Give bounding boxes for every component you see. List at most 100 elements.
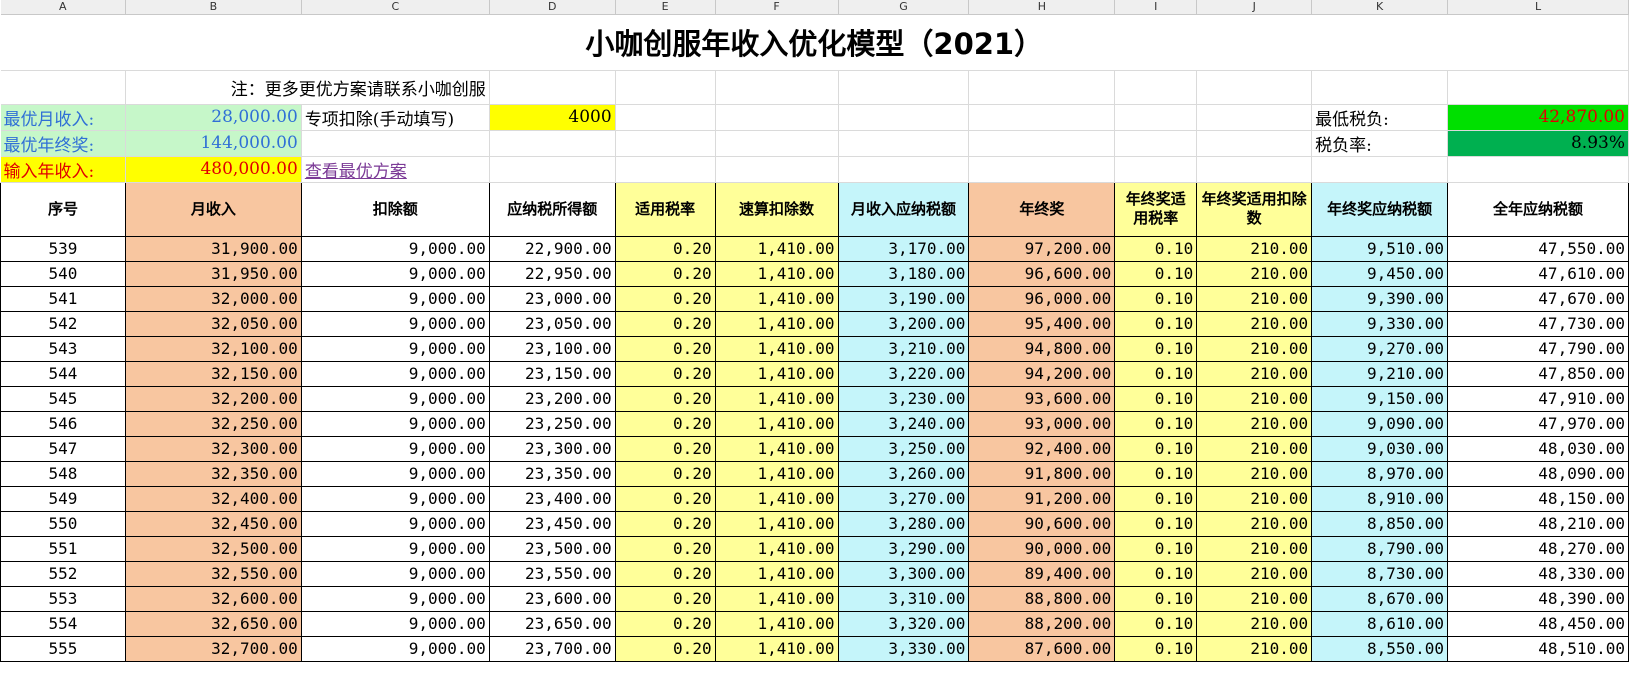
cell-monthly-tax[interactable]: 3,310.00 (837, 585, 970, 612)
cell-bonus-tax[interactable]: 8,850.00 (1311, 510, 1449, 537)
header-monthly-tax[interactable]: 月收入应纳税额 (837, 181, 970, 237)
empty-cell[interactable] (489, 156, 616, 183)
cell-tax-rate[interactable]: 0.20 (614, 485, 716, 512)
header-annual-tax[interactable]: 全年应纳税额 (1447, 181, 1629, 237)
cell-seq[interactable]: 555 (0, 635, 126, 662)
cell-monthly-income[interactable]: 32,150.00 (124, 360, 302, 387)
cell-annual-tax[interactable]: 47,670.00 (1447, 285, 1629, 312)
cell-deduction[interactable]: 9,000.00 (300, 260, 490, 287)
empty-cell[interactable] (838, 156, 970, 183)
header-bonus-tax-rate[interactable]: 年终奖适用税率 (1114, 181, 1198, 237)
cell-taxable-income[interactable]: 23,050.00 (488, 310, 616, 337)
cell-deduction[interactable]: 9,000.00 (300, 385, 490, 412)
cell-monthly-tax[interactable]: 3,170.00 (837, 235, 970, 262)
header-monthly-income[interactable]: 月收入 (124, 181, 302, 237)
cell-bonus-tax[interactable]: 8,910.00 (1311, 485, 1449, 512)
cell-deduction[interactable]: 9,000.00 (300, 435, 490, 462)
cell-seq[interactable]: 547 (0, 435, 126, 462)
cell-tax-rate[interactable]: 0.20 (614, 610, 716, 637)
cell-tax-rate[interactable]: 0.20 (614, 585, 716, 612)
best-monthly-value[interactable]: 28,000.00 (125, 104, 302, 131)
cell-bonus-tax[interactable]: 9,270.00 (1311, 335, 1449, 362)
cell-bonus-quick-deduction[interactable]: 210.00 (1196, 560, 1313, 587)
cell-annual-bonus[interactable]: 93,600.00 (968, 385, 1116, 412)
cell-annual-bonus[interactable]: 88,200.00 (968, 610, 1116, 637)
cell-deduction[interactable]: 9,000.00 (300, 535, 490, 562)
cell-tax-rate[interactable]: 0.20 (614, 260, 716, 287)
cell-annual-bonus[interactable]: 91,800.00 (968, 460, 1116, 487)
cell-bonus-tax[interactable]: 9,450.00 (1311, 260, 1449, 287)
cell-deduction[interactable]: 9,000.00 (300, 460, 490, 487)
empty-cell[interactable] (838, 104, 970, 131)
cell-bonus-quick-deduction[interactable]: 210.00 (1196, 235, 1313, 262)
empty-cell[interactable] (1114, 130, 1198, 157)
cell-seq[interactable]: 540 (0, 260, 126, 287)
cell-quick-deduction[interactable]: 1,410.00 (714, 485, 839, 512)
cell-monthly-tax[interactable]: 3,250.00 (837, 435, 970, 462)
empty-cell[interactable] (489, 70, 616, 105)
cell-quick-deduction[interactable]: 1,410.00 (714, 285, 839, 312)
cell-taxable-income[interactable]: 22,950.00 (488, 260, 616, 287)
cell-seq[interactable]: 548 (0, 460, 126, 487)
column-letter-a[interactable]: A (0, 0, 126, 15)
empty-cell[interactable] (615, 156, 716, 183)
empty-cell[interactable] (1311, 70, 1449, 105)
cell-bonus-quick-deduction[interactable]: 210.00 (1196, 410, 1313, 437)
cell-bonus-tax-rate[interactable]: 0.10 (1114, 260, 1198, 287)
cell-monthly-income[interactable]: 32,550.00 (124, 560, 302, 587)
cell-taxable-income[interactable]: 23,150.00 (488, 360, 616, 387)
cell-bonus-tax[interactable]: 9,390.00 (1311, 285, 1449, 312)
cell-bonus-quick-deduction[interactable]: 210.00 (1196, 635, 1313, 662)
cell-seq[interactable]: 553 (0, 585, 126, 612)
cell-quick-deduction[interactable]: 1,410.00 (714, 360, 839, 387)
cell-monthly-tax[interactable]: 3,330.00 (837, 635, 970, 662)
empty-cell[interactable] (968, 130, 1116, 157)
cell-annual-tax[interactable]: 48,390.00 (1447, 585, 1629, 612)
empty-cell[interactable] (0, 70, 126, 105)
cell-bonus-tax[interactable]: 8,670.00 (1311, 585, 1449, 612)
cell-tax-rate[interactable]: 0.20 (614, 560, 716, 587)
header-deduction[interactable]: 扣除额 (300, 181, 490, 237)
cell-tax-rate[interactable]: 0.20 (614, 360, 716, 387)
empty-cell[interactable] (1114, 70, 1198, 105)
cell-bonus-tax[interactable]: 8,790.00 (1311, 535, 1449, 562)
cell-bonus-tax-rate[interactable]: 0.10 (1114, 460, 1198, 487)
cell-quick-deduction[interactable]: 1,410.00 (714, 335, 839, 362)
cell-quick-deduction[interactable]: 1,410.00 (714, 510, 839, 537)
cell-quick-deduction[interactable]: 1,410.00 (714, 560, 839, 587)
cell-annual-tax[interactable]: 47,850.00 (1447, 360, 1629, 387)
cell-deduction[interactable]: 9,000.00 (300, 585, 490, 612)
cell-monthly-tax[interactable]: 3,260.00 (837, 460, 970, 487)
column-letter-b[interactable]: B (125, 0, 302, 15)
cell-seq[interactable]: 550 (0, 510, 126, 537)
cell-seq[interactable]: 546 (0, 410, 126, 437)
cell-bonus-tax[interactable]: 9,150.00 (1311, 385, 1449, 412)
cell-deduction[interactable]: 9,000.00 (300, 360, 490, 387)
cell-annual-tax[interactable]: 48,330.00 (1447, 560, 1629, 587)
empty-cell[interactable] (838, 70, 970, 105)
cell-tax-rate[interactable]: 0.20 (614, 460, 716, 487)
cell-bonus-quick-deduction[interactable]: 210.00 (1196, 485, 1313, 512)
cell-bonus-tax-rate[interactable]: 0.10 (1114, 585, 1198, 612)
cell-taxable-income[interactable]: 23,250.00 (488, 410, 616, 437)
cell-annual-tax[interactable]: 47,550.00 (1447, 235, 1629, 262)
cell-quick-deduction[interactable]: 1,410.00 (714, 610, 839, 637)
column-letter-g[interactable]: G (838, 0, 970, 15)
cell-annual-tax[interactable]: 47,790.00 (1447, 335, 1629, 362)
cell-quick-deduction[interactable]: 1,410.00 (714, 460, 839, 487)
cell-deduction[interactable]: 9,000.00 (300, 335, 490, 362)
cell-annual-tax[interactable]: 47,910.00 (1447, 385, 1629, 412)
cell-bonus-tax[interactable]: 9,510.00 (1311, 235, 1449, 262)
cell-monthly-tax[interactable]: 3,300.00 (837, 560, 970, 587)
cell-bonus-tax[interactable]: 9,090.00 (1311, 410, 1449, 437)
cell-annual-bonus[interactable]: 95,400.00 (968, 310, 1116, 337)
empty-cell[interactable] (1196, 156, 1313, 183)
cell-tax-rate[interactable]: 0.20 (614, 335, 716, 362)
column-letter-l[interactable]: L (1447, 0, 1629, 15)
cell-deduction[interactable]: 9,000.00 (300, 635, 490, 662)
cell-tax-rate[interactable]: 0.20 (614, 435, 716, 462)
cell-bonus-tax[interactable]: 8,610.00 (1311, 610, 1449, 637)
cell-monthly-income[interactable]: 31,950.00 (124, 260, 302, 287)
cell-bonus-tax[interactable]: 9,030.00 (1311, 435, 1449, 462)
cell-seq[interactable]: 549 (0, 485, 126, 512)
